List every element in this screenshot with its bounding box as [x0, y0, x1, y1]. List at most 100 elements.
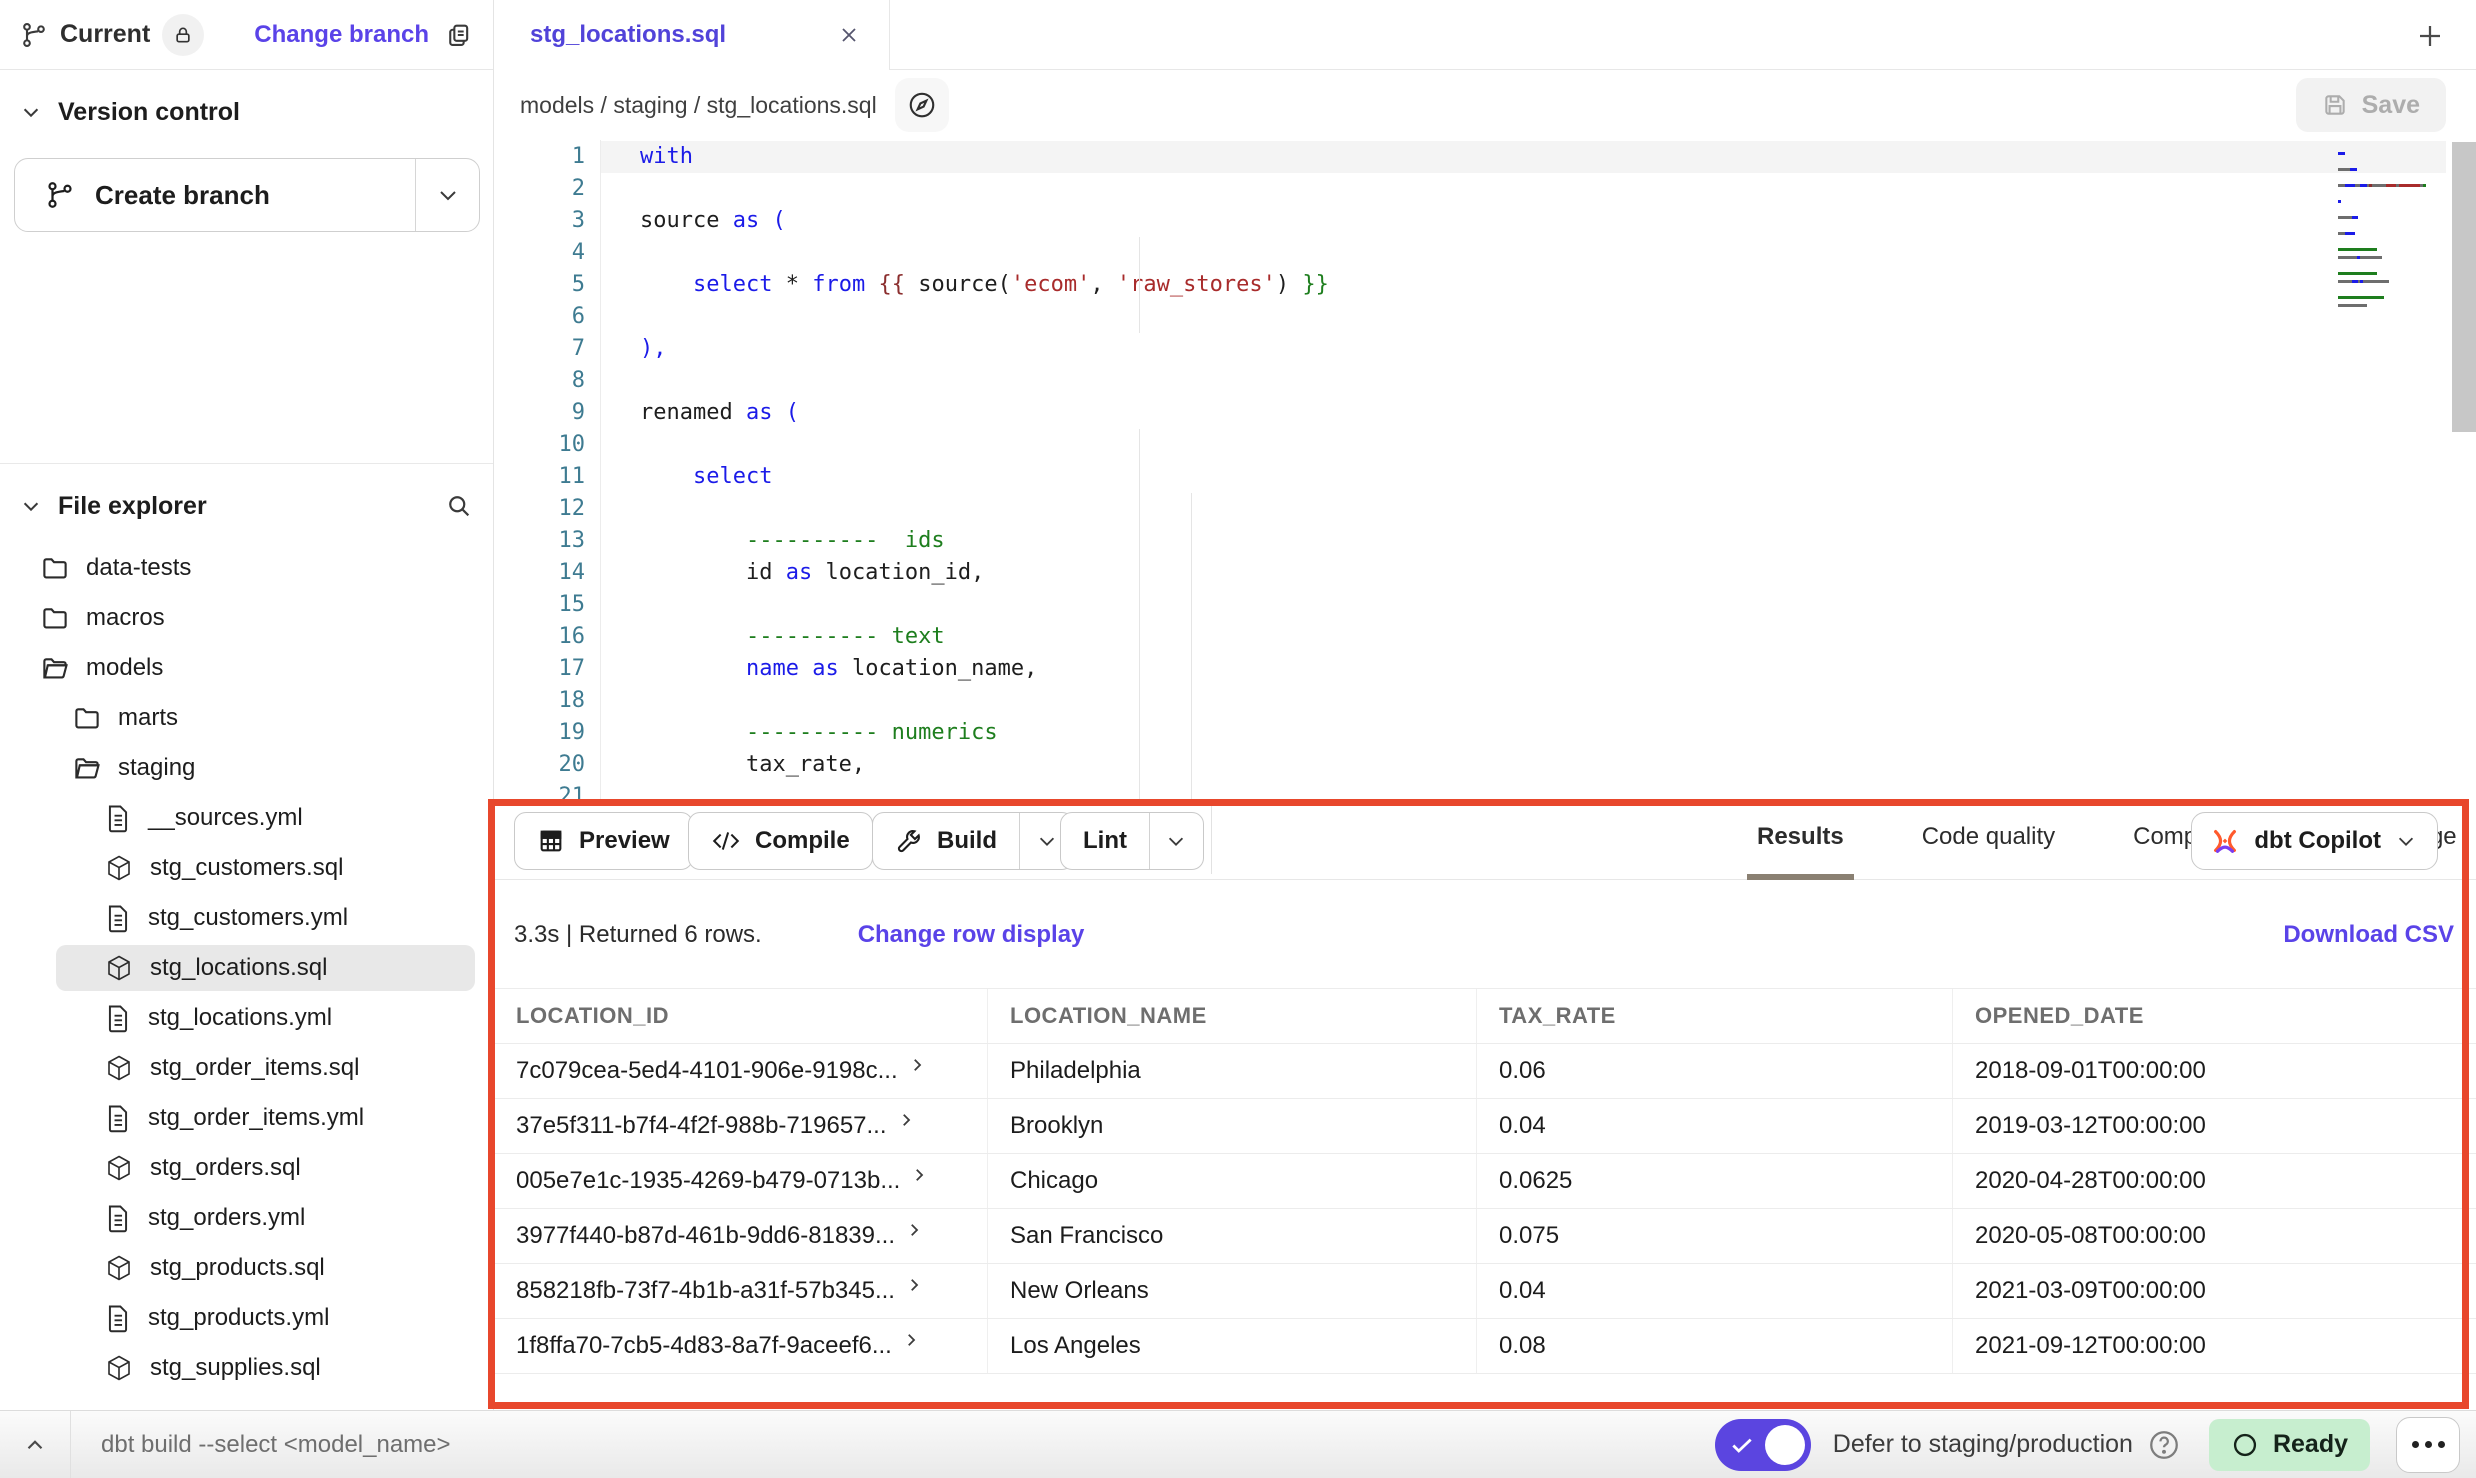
- code-line-2[interactable]: 2: [494, 173, 2476, 205]
- expand-row-icon[interactable]: [910, 1166, 928, 1184]
- create-branch-button[interactable]: Create branch: [14, 158, 480, 232]
- toolbar-divider: [1211, 806, 1212, 874]
- file-explorer-item-stg-orders-sql[interactable]: stg_orders.sql: [0, 1143, 493, 1193]
- chevron-up-icon[interactable]: [0, 1411, 71, 1478]
- code-line-21[interactable]: 21: [494, 781, 2476, 800]
- search-icon[interactable]: [445, 492, 473, 520]
- code-line-16[interactable]: 16 ---------- text: [494, 621, 2476, 653]
- code-line-3[interactable]: 3source as (: [494, 205, 2476, 237]
- minimap-line: [2338, 310, 2450, 318]
- folderOpen-icon: [40, 653, 70, 683]
- code-line-19[interactable]: 19 ---------- numerics: [494, 717, 2476, 749]
- file-explorer-item-stg-orders-yml[interactable]: stg_orders.yml: [0, 1193, 493, 1243]
- code-editor[interactable]: 1with23source as (45 select * from {{ so…: [494, 140, 2476, 800]
- line-number: 7: [494, 333, 585, 365]
- tab-stg-locations[interactable]: stg_locations.sql: [494, 0, 890, 70]
- expand-row-icon[interactable]: [905, 1276, 923, 1294]
- table-row: 7c079cea-5ed4-4101-906e-9198c...Philadel…: [494, 1044, 2476, 1099]
- compass-icon[interactable]: [895, 78, 949, 132]
- download-csv-link[interactable]: Download CSV: [2283, 921, 2454, 949]
- dbt-copilot-button[interactable]: dbt Copilot: [2191, 812, 2438, 870]
- minimap-line: [2338, 286, 2450, 294]
- file-explorer-item-data-tests[interactable]: data-tests: [0, 543, 493, 593]
- code-line-11[interactable]: 11 select: [494, 461, 2476, 493]
- file-icon: [104, 1003, 132, 1033]
- editor-scrollbar[interactable]: [2452, 142, 2476, 432]
- code-text: name as location_name,: [640, 653, 1037, 685]
- results-tab-results[interactable]: Results: [1747, 800, 1854, 880]
- minimap[interactable]: [2338, 150, 2450, 318]
- code-line-18[interactable]: 18: [494, 685, 2476, 717]
- file-explorer-item-stg-order-items-yml[interactable]: stg_order_items.yml: [0, 1093, 493, 1143]
- defer-toggle[interactable]: [1715, 1419, 1811, 1471]
- code-line-10[interactable]: 10: [494, 429, 2476, 461]
- file-explorer-item-models[interactable]: models: [0, 643, 493, 693]
- code-line-13[interactable]: 13 ---------- ids: [494, 525, 2476, 557]
- file-explorer-header[interactable]: File explorer: [0, 478, 493, 534]
- code-line-8[interactable]: 8: [494, 365, 2476, 397]
- change-row-display-link[interactable]: Change row display: [858, 921, 1085, 949]
- code-line-4[interactable]: 4: [494, 237, 2476, 269]
- expand-row-icon[interactable]: [902, 1331, 920, 1349]
- create-branch-dropdown[interactable]: [415, 159, 479, 231]
- file-explorer-item-stg-products-sql[interactable]: stg_products.sql: [0, 1243, 493, 1293]
- file-icon: [104, 903, 132, 933]
- file-explorer-list: data-testsmacrosmodelsmarts staging __sour…: [0, 543, 493, 1410]
- ready-label: Ready: [2273, 1430, 2348, 1459]
- code-line-12[interactable]: 12: [494, 493, 2476, 525]
- file-explorer-item-stg-supplies-sql[interactable]: stg_supplies.sql: [0, 1343, 493, 1393]
- results-toolbar: Preview Compile: [494, 800, 2476, 880]
- table-cell: Philadelphia: [988, 1044, 1477, 1098]
- build-button[interactable]: Build: [872, 812, 1074, 870]
- code-line-14[interactable]: 14 id as location_id,: [494, 557, 2476, 589]
- indent-guide: [1139, 429, 1140, 800]
- code-line-7[interactable]: 7),: [494, 333, 2476, 365]
- code-line-5[interactable]: 5 select * from {{ source('ecom', 'raw_s…: [494, 269, 2476, 301]
- file-explorer-item-stg-order-items-sql[interactable]: stg_order_items.sql: [0, 1043, 493, 1093]
- help-icon[interactable]: [2147, 1428, 2181, 1462]
- file-name: stg_orders.yml: [148, 1204, 305, 1232]
- change-branch-link[interactable]: Change branch: [254, 21, 429, 49]
- compile-button[interactable]: Compile: [688, 812, 873, 870]
- file-name: stg_locations.sql: [150, 954, 327, 982]
- file-name: staging: [118, 754, 195, 782]
- file-explorer-item-macros[interactable]: macros: [0, 593, 493, 643]
- expand-row-icon[interactable]: [908, 1056, 926, 1074]
- status-badge: Ready: [2209, 1419, 2370, 1471]
- dbt-copilot-logo-icon: [2210, 826, 2240, 856]
- code-line-20[interactable]: 20 tax_rate,: [494, 749, 2476, 781]
- file-explorer-item--sources-yml[interactable]: __sources.yml: [0, 793, 493, 843]
- file-explorer-item-stg-customers-yml[interactable]: stg_customers.yml: [0, 893, 493, 943]
- new-tab-button[interactable]: [2412, 18, 2448, 54]
- close-icon[interactable]: [837, 23, 861, 47]
- table-cell: 858218fb-73f7-4b1b-a31f-57b345...: [494, 1264, 988, 1318]
- table-cell: 3977f440-b87d-461b-9dd6-81839...: [494, 1209, 988, 1263]
- command-input[interactable]: dbt build --select <model_name>: [101, 1431, 1715, 1459]
- code-line-15[interactable]: 15: [494, 589, 2476, 621]
- lint-button[interactable]: Lint: [1060, 812, 1204, 870]
- file-explorer-item-stg-products-yml[interactable]: stg_products.yml: [0, 1293, 493, 1343]
- copy-icon[interactable]: [445, 21, 473, 49]
- table-cell: 2019-03-12T00:00:00: [1953, 1099, 2476, 1153]
- save-button[interactable]: Save: [2296, 78, 2446, 132]
- code-line-9[interactable]: 9renamed as (: [494, 397, 2476, 429]
- code-line-6[interactable]: 6: [494, 301, 2476, 333]
- file-explorer-item-stg-locations-sql[interactable]: stg_locations.sql: [0, 943, 493, 993]
- preview-button[interactable]: Preview: [514, 812, 693, 870]
- code-line-17[interactable]: 17 name as location_name,: [494, 653, 2476, 685]
- file-explorer-item-stg-locations-yml[interactable]: stg_locations.yml: [0, 993, 493, 1043]
- code-text: with: [640, 141, 693, 173]
- code-text: source as (: [640, 205, 786, 237]
- version-control-header[interactable]: Version control: [0, 88, 493, 136]
- file-explorer-item-marts[interactable]: marts: [0, 693, 493, 743]
- file-explorer-item-stg-customers-sql[interactable]: stg_customers.sql: [0, 843, 493, 893]
- expand-row-icon[interactable]: [897, 1111, 915, 1129]
- table-row: 858218fb-73f7-4b1b-a31f-57b345...New Orl…: [494, 1264, 2476, 1319]
- code-line-1[interactable]: 1with: [494, 141, 2476, 173]
- file-explorer-item-staging[interactable]: staging: [0, 743, 493, 793]
- expand-row-icon[interactable]: [905, 1221, 923, 1239]
- results-tab-code-quality[interactable]: Code quality: [1912, 800, 2065, 880]
- line-number: 19: [494, 717, 585, 749]
- more-options-button[interactable]: [2396, 1417, 2460, 1473]
- lint-dropdown[interactable]: [1149, 813, 1203, 869]
